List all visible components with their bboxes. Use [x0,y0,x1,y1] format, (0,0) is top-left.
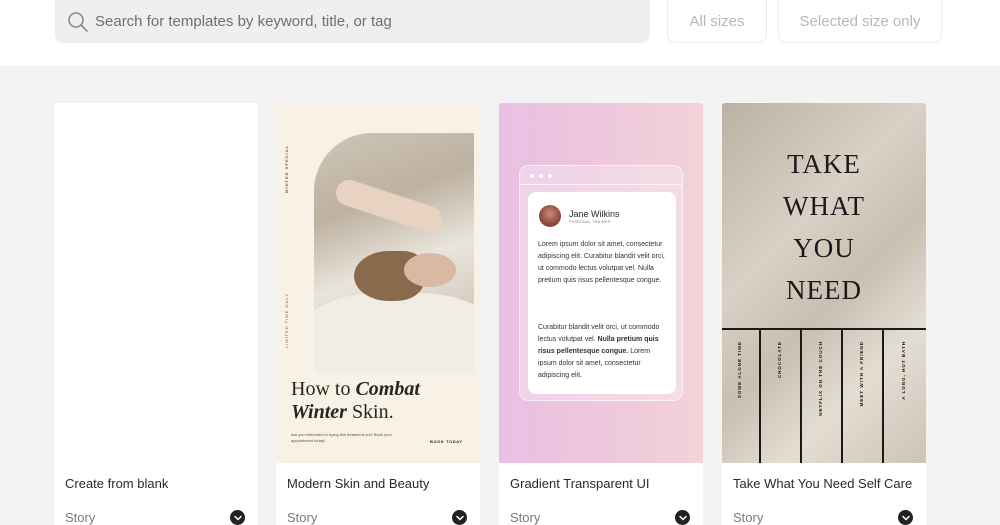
template-type: Story [733,510,764,525]
template-title: Take What You Need Self Care [733,476,913,491]
divider [841,329,843,463]
divider [759,329,761,463]
chevron-down-icon[interactable] [230,510,245,525]
template-title: Create from blank [65,476,169,491]
top-bar: All sizes Selected size only [0,0,1000,66]
thumb-tear-tab: MEET WITH A FRIEND [859,341,864,407]
thumb-tear-tab: NETFLIX ON THE COUCH [818,341,823,416]
template-card-modern-skin-and-beauty[interactable]: WINTER SPECIAL LIMITED TIME ONLY How to … [276,103,480,525]
thumb-user-name: Jane Wilkins [569,209,620,219]
template-card-create-from-blank[interactable]: Create from blank Story [54,103,258,525]
thumb-side-text: WINTER SPECIAL [284,145,289,194]
thumb-paragraph: Curabitur blandit velit orci, ut commodo… [538,324,660,379]
divider [882,329,884,463]
thumb-cta: BOOK TODAY [430,439,463,444]
thumb-tear-tab: CHOCOLATE [777,341,782,379]
template-thumbnail[interactable]: WINTER SPECIAL LIMITED TIME ONLY How to … [276,103,480,463]
search-bar[interactable] [55,0,650,43]
template-type: Story [510,510,541,525]
template-title: Modern Skin and Beauty [287,476,430,491]
template-thumbnail[interactable]: TAKE WHAT YOU NEED SOME ALONE TIME CHOCO… [722,103,926,463]
search-input[interactable] [95,0,645,43]
template-thumbnail[interactable] [54,103,258,463]
chevron-down-icon[interactable] [898,510,913,525]
thumb-headline: How to Combat Winter Skin. [291,378,420,423]
template-title: Gradient Transparent UI [510,476,650,491]
template-thumbnail[interactable]: Jane Wilkins PERSONAL TRAINER Lorem ipsu… [499,103,703,463]
thumb-profile-card: Jane Wilkins PERSONAL TRAINER Lorem ipsu… [528,192,676,394]
template-card-gradient-transparent-ui[interactable]: Jane Wilkins PERSONAL TRAINER Lorem ipsu… [499,103,703,525]
selected-size-only-button[interactable]: Selected size only [778,0,942,43]
thumb-subtext: Are you interested in trying this treatm… [291,432,392,443]
chevron-down-icon[interactable] [452,510,467,525]
template-type: Story [65,510,96,525]
thumb-tear-tab: SOME ALONE TIME [737,341,742,399]
thumb-side-text: LIMITED TIME ONLY [284,293,289,349]
divider [722,328,926,330]
chevron-down-icon[interactable] [675,510,690,525]
thumb-paragraph: Lorem ipsum dolor sit amet, consectetur … [538,241,665,284]
template-card-take-what-you-need[interactable]: TAKE WHAT YOU NEED SOME ALONE TIME CHOCO… [722,103,926,525]
thumb-tear-tab: A LONG, HOT BATH [901,341,906,400]
thumb-user-role: PERSONAL TRAINER [569,220,611,224]
divider [800,329,802,463]
thumb-window-mockup: Jane Wilkins PERSONAL TRAINER Lorem ipsu… [519,165,683,401]
template-type: Story [287,510,318,525]
thumb-headline: TAKE WHAT YOU NEED [783,149,865,305]
avatar [539,205,561,227]
facial-treatment-photo [314,133,474,373]
all-sizes-button[interactable]: All sizes [667,0,767,43]
search-icon [68,12,88,32]
